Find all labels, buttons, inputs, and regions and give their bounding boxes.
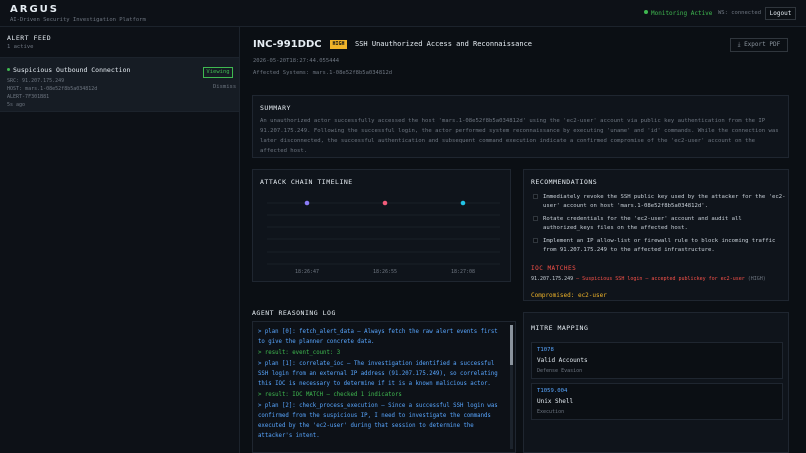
alert-feed-count: 1 active — [7, 44, 34, 50]
alert-id: ALERT-7F301B81 — [7, 94, 50, 100]
timeline-event-point[interactable] — [382, 200, 388, 206]
timeline-panel: ATTACK CHAIN TIMELINE 18:26:47 18:26:55 18… — [252, 169, 511, 282]
mitre-technique-id: T1059.004 — [537, 388, 568, 394]
recommendation-text: Rotate credentials for the 'ec2-user' ac… — [543, 216, 742, 231]
mitre-technique-name: Valid Accounts — [537, 357, 588, 364]
recommendations-panel: RECOMMENDATIONS Immediately revoke the S… — [523, 169, 789, 301]
mitre-tactic: Execution — [537, 409, 565, 415]
ioc-title: IOC MATCHES — [531, 265, 577, 272]
alert-dot-icon — [7, 68, 10, 71]
export-pdf-label: Export PDF — [744, 41, 781, 48]
alert-host: HOST: mars.1-08e52f8b5a034812d — [7, 86, 98, 92]
summary-panel: SUMMARY An unauthorized actor successful… — [252, 95, 789, 158]
ioc-match: 91.207.175.249 — Suspicious SSH login — … — [531, 276, 766, 282]
recommendation-text: Immediately revoke the SSH public key us… — [543, 194, 786, 209]
summary-title: SUMMARY — [260, 104, 291, 112]
reasoning-title: AGENT REASONING LOG — [252, 309, 336, 317]
alert-title: Suspicious Outbound Connection — [7, 66, 130, 74]
incident-id: INC-991DDC — [253, 39, 322, 50]
reasoning-log-line: > plan [2]: check_process_execution — Si… — [258, 403, 498, 439]
timeline-tick-label: 18:26:47 — [295, 269, 319, 275]
monitoring-status-label: Monitoring Active — [651, 10, 713, 17]
recommendation-text: Implement an IP allow-list or firewall r… — [543, 238, 776, 253]
timeline-tick-label: 18:27:08 — [451, 269, 475, 275]
timeline-event-point[interactable] — [460, 200, 466, 206]
mitre-technique-id: T1078 — [537, 347, 554, 353]
reasoning-log-line: > plan [1]: correlate_ioc — The investig… — [258, 361, 498, 387]
alert-feed-title: ALERT FEED — [7, 34, 52, 42]
reasoning-log-line: > plan [0]: fetch_alert_data — Always fe… — [258, 329, 498, 345]
brand-logo: ARGUS — [10, 4, 59, 15]
timeline-tick-label: 18:26:55 — [373, 269, 397, 275]
scrollbar-thumb[interactable] — [510, 325, 513, 365]
dismiss-button[interactable]: Dismiss — [213, 84, 236, 90]
viewing-badge[interactable]: Viewing — [203, 67, 233, 78]
logout-button[interactable]: Logout — [765, 7, 796, 20]
mitre-title: MITRE MAPPING — [531, 324, 589, 332]
checkbox[interactable] — [533, 194, 538, 199]
reasoning-log-line: > result: IOC MATCH — checked 1 indicato… — [258, 392, 402, 398]
checkbox[interactable] — [533, 238, 538, 243]
reasoning-log-content: > plan [0]: fetch_alert_data — Always fe… — [258, 327, 506, 442]
mitre-panel: MITRE MAPPING T1078 Valid Accounts Defen… — [523, 312, 789, 453]
compromised-account: Compromised: ec2-user — [531, 292, 607, 299]
recommendations-title: RECOMMENDATIONS — [531, 178, 598, 186]
timeline-event-point[interactable] — [304, 200, 310, 206]
reasoning-log[interactable]: > plan [0]: fetch_alert_data — Always fe… — [252, 321, 516, 453]
top-bar: ARGUS AI-Driven Security Investigation P… — [0, 0, 806, 27]
alert-age: 5s ago — [7, 102, 26, 108]
brand-tagline: AI-Driven Security Investigation Platfor… — [10, 17, 146, 23]
mitre-technique-name: Unix Shell — [537, 398, 574, 405]
monitoring-status: Monitoring Active — [644, 10, 712, 17]
mitre-tactic: Defense Evasion — [537, 368, 583, 374]
alert-title-label: Suspicious Outbound Connection — [13, 66, 131, 74]
ioc-desc: — Suspicious SSH login — accepted public… — [573, 276, 745, 282]
status-dot-icon — [644, 10, 648, 14]
checkbox[interactable] — [533, 216, 538, 221]
ioc-ip: 91.207.175.249 — [531, 276, 574, 282]
reasoning-log-line: > result: event_count: 3 — [258, 350, 341, 356]
severity-badge: HIGH — [330, 40, 347, 49]
alert-card[interactable]: Suspicious Outbound Connection SRC: 91.2… — [0, 57, 239, 112]
connection-status: WS: connected — [718, 10, 762, 16]
incident-title: SSH Unauthorized Access and Reconnaissan… — [355, 40, 533, 48]
export-pdf-button[interactable]: ⤓ Export PDF — [730, 38, 788, 52]
timeline-chart: 18:26:47 18:26:55 18:27:08 — [267, 200, 500, 275]
affected-systems: Affected Systems: mars.1-08e52f8b5a03481… — [253, 70, 393, 76]
alert-feed-sidebar: ALERT FEED 1 active Suspicious Outbound … — [0, 27, 240, 453]
scrollbar[interactable] — [510, 325, 513, 449]
alert-src: SRC: 91.207.175.249 — [7, 78, 65, 84]
mitre-technique-card: T1078 Valid Accounts Defense Evasion — [531, 342, 783, 379]
ioc-severity: (HIGH) — [744, 276, 766, 282]
incident-detail: INC-991DDC HIGH SSH Unauthorized Access … — [241, 27, 806, 453]
incident-timestamp: 2026-05-20T18:27:44.055444 — [253, 58, 340, 64]
mitre-technique-card: T1059.004 Unix Shell Execution — [531, 383, 783, 420]
summary-text: An unauthorized actor successfully acces… — [260, 118, 779, 154]
